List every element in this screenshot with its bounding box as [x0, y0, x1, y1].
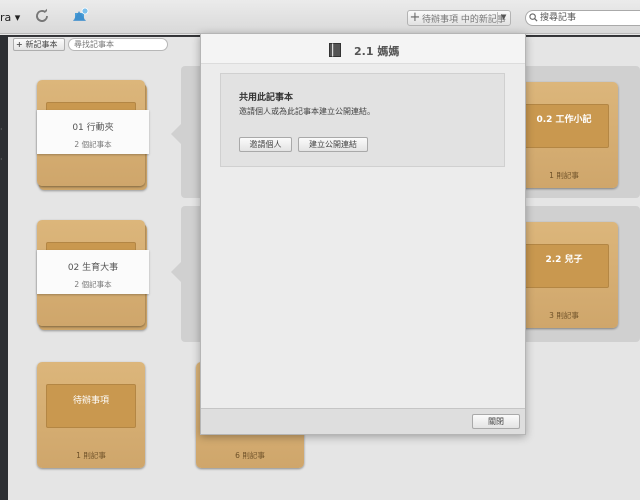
find-notebook-input[interactable]: 尋找記事本 [68, 38, 168, 51]
notebook-count: 2 個記事本 [74, 280, 112, 289]
search-placeholder: 搜尋記事 [540, 13, 577, 23]
notebook-stack[interactable]: 01 行動夾 2 個記事本 [37, 80, 149, 190]
notebook[interactable]: 待辦事項 1 則記事 [37, 362, 145, 468]
new-notebook-label: 新記事本 [25, 40, 58, 49]
notebook-icon [329, 43, 341, 57]
main-toolbar: ra ▾ + 待辦事項 中的新記事 ▼ 搜尋記事 [0, 0, 640, 34]
share-heading: 共用此記事本 [239, 93, 294, 103]
notebook-title: 0.2 工作小記 [536, 115, 592, 125]
notebook-title: 待辦事項 [72, 396, 109, 406]
button-separator [497, 12, 498, 24]
notebook-count: 6 則記事 [235, 451, 265, 460]
share-panel: 共用此記事本 邀請個人或為此記事本建立公開連結。 邀請個人 建立公開連結 [220, 73, 505, 167]
stack-band: 01 行動夾 2 個記事本 [37, 110, 149, 154]
notebook[interactable]: 2.2 兒子 3 則記事 [510, 222, 618, 328]
account-menu[interactable]: ra ▾ [0, 11, 20, 24]
popover-title: 2.1 媽媽 [354, 45, 400, 58]
create-public-link-button[interactable]: 建立公開連結 [298, 137, 368, 152]
new-note-label: 待辦事項 中的新記事 [422, 14, 506, 25]
activity-icon[interactable] [72, 7, 90, 25]
notebook-stack[interactable]: 02 生育大事 2 個記事本 [37, 220, 149, 330]
invite-people-button[interactable]: 邀請個人 [239, 137, 292, 152]
plus-icon: + [16, 40, 26, 49]
find-notebook-placeholder: 尋找記事本 [74, 40, 114, 49]
plus-icon: + [409, 10, 421, 25]
stack-band: 02 生育大事 2 個記事本 [37, 250, 149, 294]
notebook-count: 3 則記事 [549, 311, 579, 320]
notebook-title: 01 行動夾 [72, 123, 114, 133]
notebook-cover: 待辦事項 1 則記事 [37, 362, 145, 468]
notebook-info-popover: 2.1 媽媽 共用此記事本 邀請個人或為此記事本建立公開連結。 邀請個人 建立公… [200, 33, 526, 435]
notebook-cover: 2.2 兒子 3 則記事 [510, 222, 618, 328]
notebook-title: 2.2 兒子 [545, 255, 583, 265]
popover-footer: 關閉 [201, 408, 525, 434]
notebook-cover: 0.2 工作小記 1 則記事 [510, 82, 618, 188]
search-input[interactable]: 搜尋記事 [525, 10, 640, 26]
chevron-down-icon[interactable]: ▼ [501, 13, 506, 21]
search-icon [529, 13, 538, 22]
notebook-count: 2 個記事本 [74, 140, 112, 149]
sync-icon[interactable] [34, 8, 50, 24]
notebook-title: 02 生育大事 [67, 263, 119, 273]
close-button[interactable]: 關閉 [472, 414, 520, 429]
notebook-label-plate: 0.2 工作小記 [519, 104, 609, 148]
sidebar: · · [0, 35, 8, 500]
stack-pointer [171, 262, 181, 282]
new-note-button[interactable]: + 待辦事項 中的新記事 ▼ [407, 10, 511, 26]
notebook-count: 1 則記事 [76, 451, 106, 460]
new-notebook-button[interactable]: + 新記事本 [13, 38, 65, 51]
notebook-label-plate: 2.2 兒子 [519, 244, 609, 288]
sidebar-marker: · [0, 125, 3, 134]
sidebar-marker: · [0, 155, 3, 164]
notebook-count: 1 則記事 [549, 171, 579, 180]
stack-pointer [171, 124, 181, 144]
notebook[interactable]: 0.2 工作小記 1 則記事 [510, 82, 618, 188]
notebook-label-plate: 待辦事項 [46, 384, 136, 428]
share-description: 邀請個人或為此記事本建立公開連結。 [239, 107, 375, 116]
popover-header: 2.1 媽媽 [201, 34, 525, 64]
